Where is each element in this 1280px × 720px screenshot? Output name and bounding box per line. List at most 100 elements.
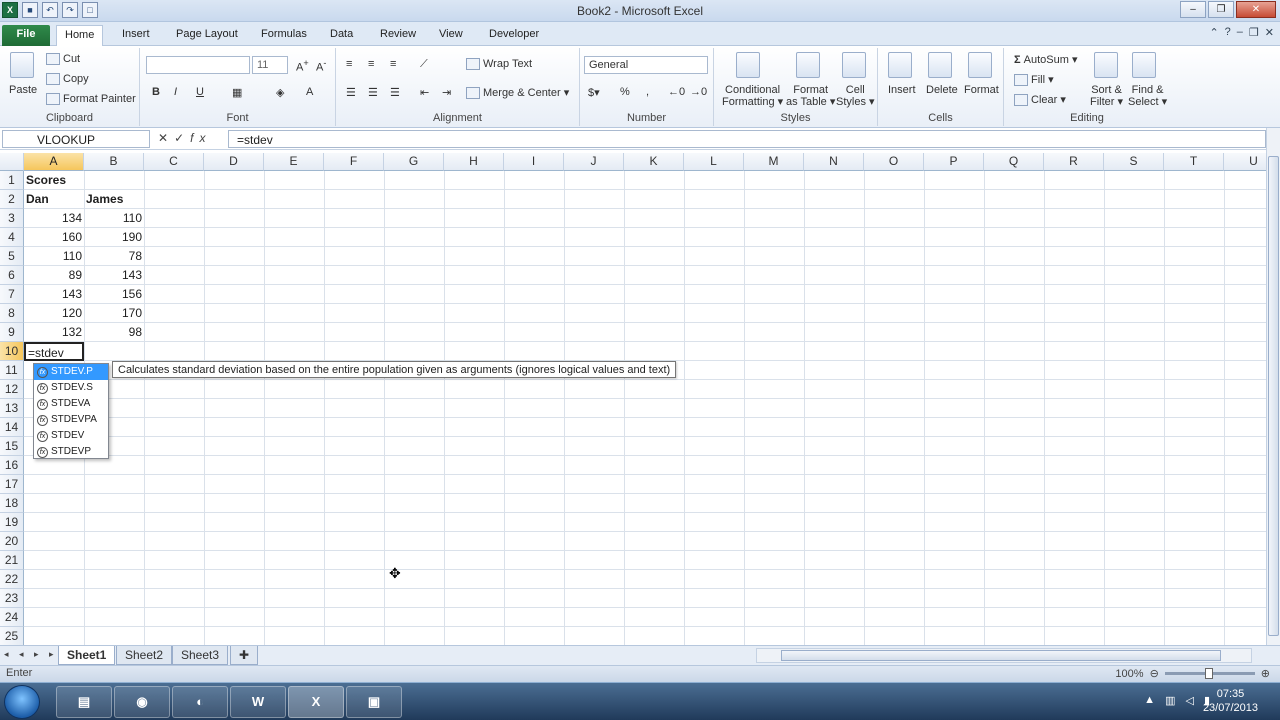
- cell-styles-icon[interactable]: [842, 52, 866, 78]
- insert-function-icon[interactable]: fx: [190, 131, 211, 145]
- start-button[interactable]: [4, 685, 40, 719]
- conditional-formatting-button[interactable]: Conditional Formatting ▾: [722, 84, 783, 108]
- row-header[interactable]: 4: [0, 228, 24, 247]
- decrease-indent-icon[interactable]: ⇤: [420, 86, 429, 99]
- tab-page-layout[interactable]: Page Layout: [168, 25, 246, 46]
- tab-data[interactable]: Data: [322, 25, 361, 46]
- column-header[interactable]: K: [624, 153, 684, 171]
- spreadsheet-grid[interactable]: A B C D E F G H I J K L M N O P Q R S T U 1 2 3 4 5 6 7 8 9 10 11 12 13 14…: [0, 153, 1266, 645]
- cut-button[interactable]: Cut: [46, 53, 80, 66]
- row-header[interactable]: 22: [0, 570, 24, 589]
- row-header[interactable]: 18: [0, 494, 24, 513]
- column-header[interactable]: S: [1104, 153, 1164, 171]
- zoom-slider[interactable]: [1164, 668, 1255, 679]
- cell-styles-button[interactable]: Cell Styles ▾: [836, 84, 875, 108]
- italic-button[interactable]: I: [174, 86, 177, 98]
- tab-view[interactable]: View: [431, 25, 471, 46]
- sheet-tab-1[interactable]: Sheet1: [58, 646, 116, 665]
- row-header[interactable]: 7: [0, 285, 24, 304]
- row-header[interactable]: 12: [0, 380, 24, 399]
- zoom-level[interactable]: 100%: [1115, 668, 1143, 680]
- delete-cells-icon[interactable]: [928, 52, 952, 78]
- sheet-tab-2[interactable]: Sheet2: [116, 646, 173, 665]
- function-autocomplete-list[interactable]: fx STDEV.P fx STDEV.S fx STDEVA fx STDEVPA fx STD…: [33, 363, 109, 459]
- horizontal-scrollbar[interactable]: [756, 648, 1252, 663]
- column-header[interactable]: F: [324, 153, 384, 171]
- autocomplete-item[interactable]: fx STDEV.P: [34, 364, 108, 380]
- delete-cells-button[interactable]: Delete: [926, 84, 958, 96]
- conditional-formatting-icon[interactable]: [736, 52, 760, 78]
- align-top-icon[interactable]: ≡: [346, 58, 352, 70]
- column-header[interactable]: U: [1224, 153, 1266, 171]
- row-header[interactable]: 14: [0, 418, 24, 437]
- column-header[interactable]: L: [684, 153, 744, 171]
- close-button[interactable]: ✕: [1236, 1, 1276, 18]
- column-header[interactable]: T: [1164, 153, 1224, 171]
- zoom-out-icon[interactable]: ⊖: [1150, 667, 1159, 680]
- cell-b7[interactable]: 156: [84, 285, 144, 304]
- chrome-taskbar-icon[interactable]: ◉: [114, 686, 170, 718]
- merge-center-button[interactable]: Merge & Center ▾: [466, 86, 569, 100]
- show-hidden-icon[interactable]: ▲: [1144, 694, 1155, 707]
- cell-b9[interactable]: 98: [84, 323, 144, 342]
- align-middle-icon[interactable]: ≡: [368, 58, 374, 70]
- autosum-button[interactable]: Σ AutoSum ▾: [1014, 53, 1078, 66]
- row-header[interactable]: 9: [0, 323, 24, 342]
- row-header[interactable]: 23: [0, 589, 24, 608]
- row-header[interactable]: 6: [0, 266, 24, 285]
- tab-home[interactable]: Home: [56, 25, 104, 47]
- cell-a8[interactable]: 120: [24, 304, 84, 323]
- align-left-icon[interactable]: ☰: [346, 86, 356, 99]
- tab-review[interactable]: Review: [372, 25, 424, 46]
- font-size-combo[interactable]: 11: [252, 56, 288, 74]
- comma-icon[interactable]: ,: [646, 86, 649, 98]
- excel-taskbar-icon[interactable]: X: [288, 686, 344, 718]
- cell-b8[interactable]: 170: [84, 304, 144, 323]
- fill-color-icon[interactable]: ◈: [276, 86, 284, 99]
- restore-button[interactable]: ❐: [1208, 1, 1234, 18]
- help-icon[interactable]: ?: [1225, 26, 1231, 39]
- column-header[interactable]: M: [744, 153, 804, 171]
- autocomplete-item[interactable]: fx STDEVP: [34, 444, 108, 460]
- row-header[interactable]: 13: [0, 399, 24, 418]
- row-header[interactable]: 10: [0, 342, 24, 361]
- row-header[interactable]: 21: [0, 551, 24, 570]
- cell-b6[interactable]: 143: [84, 266, 144, 285]
- sheet-nav-arrows[interactable]: ◂ ◂ ▸ ▸: [4, 649, 58, 660]
- autocomplete-item[interactable]: fx STDEVPA: [34, 412, 108, 428]
- row-header[interactable]: 25: [0, 627, 24, 645]
- cell-a7[interactable]: 143: [24, 285, 84, 304]
- column-header[interactable]: C: [144, 153, 204, 171]
- align-bottom-icon[interactable]: ≡: [390, 58, 396, 70]
- align-center-icon[interactable]: ☰: [368, 86, 378, 99]
- row-header[interactable]: 1: [0, 171, 24, 190]
- row-header[interactable]: 11: [0, 361, 24, 380]
- tab-file[interactable]: File: [2, 25, 50, 46]
- column-header[interactable]: O: [864, 153, 924, 171]
- copy-button[interactable]: Copy: [46, 73, 89, 86]
- autocomplete-item[interactable]: fx STDEV.S: [34, 380, 108, 396]
- number-format-combo[interactable]: General: [584, 56, 708, 74]
- orientation-icon[interactable]: ⟋: [420, 58, 428, 71]
- tab-developer[interactable]: Developer: [481, 25, 547, 46]
- font-color-icon[interactable]: A: [306, 86, 313, 98]
- row-header[interactable]: 15: [0, 437, 24, 456]
- shrink-font-icon[interactable]: A-: [316, 58, 326, 74]
- column-header[interactable]: N: [804, 153, 864, 171]
- vertical-scroll-thumb[interactable]: [1268, 156, 1279, 636]
- cell-b2[interactable]: James: [84, 190, 144, 209]
- column-header[interactable]: D: [204, 153, 264, 171]
- find-select-button[interactable]: Find & Select ▾: [1128, 84, 1167, 108]
- active-cell[interactable]: =stdev: [24, 342, 84, 361]
- currency-icon[interactable]: $▾: [588, 86, 600, 99]
- autocomplete-item[interactable]: fx STDEV: [34, 428, 108, 444]
- word-taskbar-icon[interactable]: W: [230, 686, 286, 718]
- column-header[interactable]: E: [264, 153, 324, 171]
- row-header[interactable]: 16: [0, 456, 24, 475]
- percent-icon[interactable]: %: [620, 86, 630, 98]
- cell-a1[interactable]: Scores: [24, 171, 84, 190]
- cell-a5[interactable]: 110: [24, 247, 84, 266]
- video-taskbar-icon[interactable]: ▣: [346, 686, 402, 718]
- format-as-table-button[interactable]: Format as Table ▾: [786, 84, 835, 108]
- align-right-icon[interactable]: ☰: [390, 86, 400, 99]
